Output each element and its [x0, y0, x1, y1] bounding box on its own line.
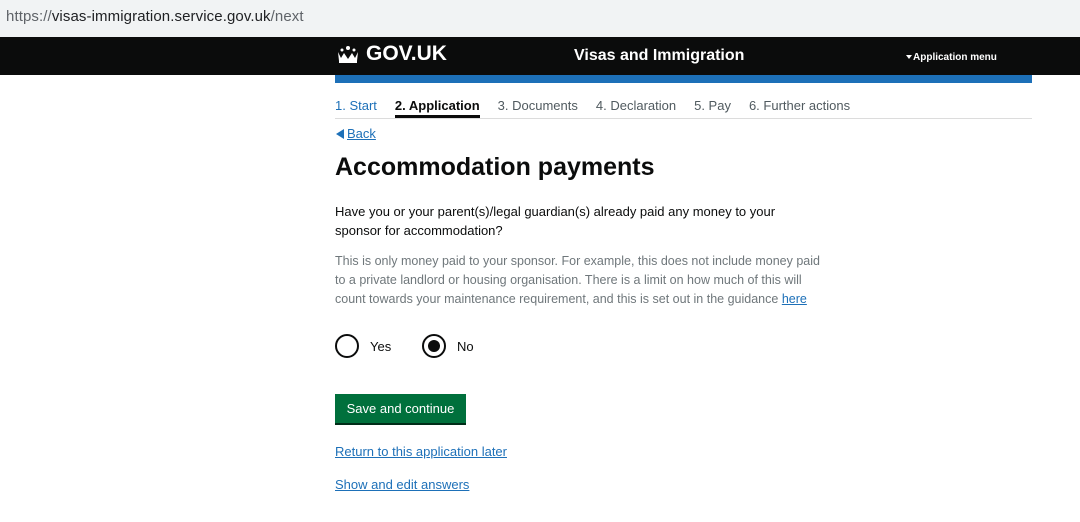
radio-yes-circle[interactable]	[335, 334, 359, 358]
save-and-continue-button[interactable]: Save and continue	[335, 394, 466, 423]
step-pay: 5. Pay	[694, 98, 731, 113]
govuk-header: GOV.UK Visas and Immigration Application…	[0, 37, 1080, 75]
govuk-logo[interactable]: GOV.UK	[336, 42, 447, 66]
hint-text: This is only money paid to your sponsor.…	[335, 252, 820, 309]
progress-steps: 1. Start 2. Application 3. Documents 4. …	[335, 96, 1032, 119]
header-blue-bar	[335, 75, 1032, 83]
back-link[interactable]: Back	[336, 126, 376, 141]
step-application[interactable]: 2. Application	[394, 96, 480, 118]
step-start[interactable]: 1. Start	[335, 96, 377, 118]
url-text[interactable]: https://visas-immigration.service.gov.uk…	[6, 8, 304, 25]
return-later-link[interactable]: Return to this application later	[335, 444, 507, 459]
radio-yes[interactable]: Yes	[335, 334, 391, 358]
step-further-actions: 6. Further actions	[748, 98, 851, 113]
show-edit-answers-link[interactable]: Show and edit answers	[335, 477, 469, 492]
radio-no-label: No	[457, 338, 474, 354]
browser-address-bar[interactable]: https://visas-immigration.service.gov.uk…	[0, 0, 1080, 37]
back-arrow-icon	[336, 129, 344, 139]
back-link-label: Back	[347, 126, 376, 141]
application-menu-toggle[interactable]: Application menu	[906, 52, 997, 63]
url-host: visas-immigration.service.gov.uk	[51, 8, 271, 25]
radio-no[interactable]: No	[422, 334, 474, 358]
application-menu-label: Application menu	[913, 52, 997, 63]
govuk-logo-text: GOV.UK	[366, 42, 447, 65]
service-name[interactable]: Visas and Immigration	[574, 47, 744, 65]
caret-down-icon	[906, 55, 912, 60]
url-path: /next	[270, 8, 304, 25]
url-scheme: https://	[6, 8, 52, 25]
page-title: Accommodation payments	[335, 153, 655, 181]
radio-yes-label: Yes	[370, 338, 392, 354]
question-text: Have you or your parent(s)/legal guardia…	[335, 204, 776, 238]
step-declaration: 4. Declaration	[595, 98, 677, 113]
hint-body: This is only money paid to your sponsor.…	[335, 254, 820, 306]
radio-no-circle[interactable]	[422, 334, 446, 358]
crown-icon	[338, 46, 358, 63]
guidance-link[interactable]: here	[782, 292, 807, 306]
step-documents: 3. Documents	[497, 98, 578, 113]
